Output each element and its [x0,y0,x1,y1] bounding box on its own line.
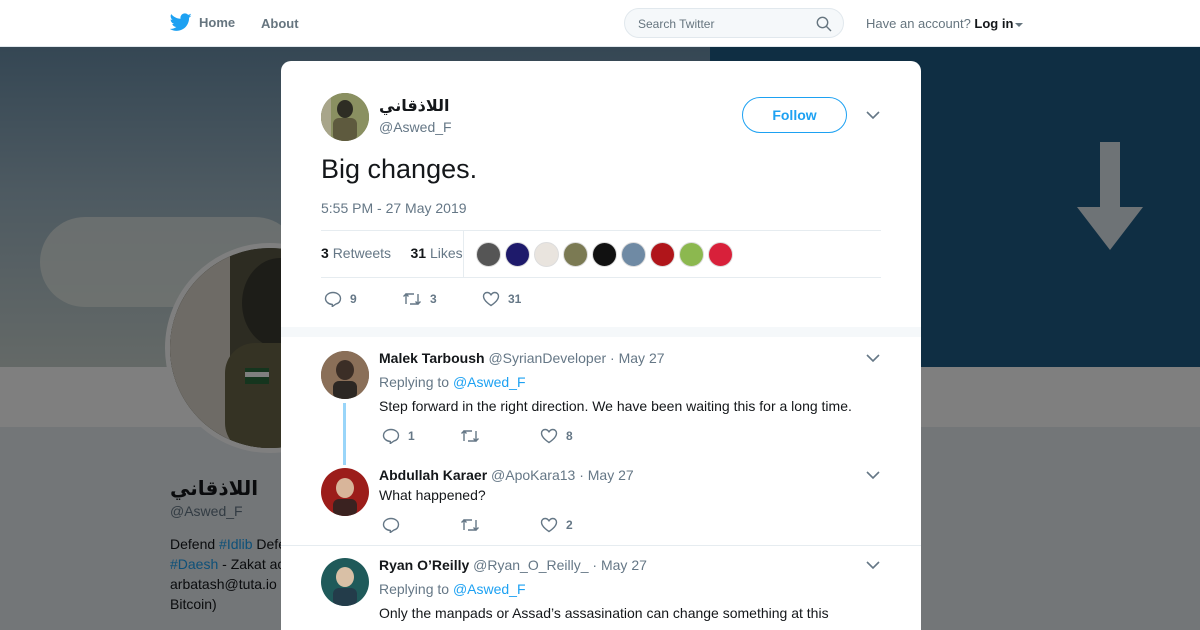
reply-avatar[interactable] [321,468,369,516]
reply-action[interactable] [382,517,460,533]
tweet-modal: اللاذقاني @Aswed_F Follow Big changes. 5… [281,61,921,630]
retweet-action[interactable] [460,517,540,533]
like-action[interactable]: 31 [482,291,521,307]
liker-avatar[interactable] [621,242,646,267]
twitter-bird-icon [170,13,192,31]
tweet-timestamp[interactable]: 5:55 PM - 27 May 2019 [321,200,467,216]
reply-avatar[interactable] [321,351,369,399]
like-action[interactable]: 2 [540,517,573,533]
retweet-icon [461,430,479,442]
reply-author-handle[interactable]: @ApoKara13 [491,467,575,483]
nav-about-link[interactable]: About [261,16,299,31]
replying-to: Replying to @Aswed_F [379,374,526,390]
likes-count[interactable]: 31 [411,245,427,261]
thread-connector [343,403,346,465]
search-icon[interactable] [816,16,832,32]
reply-text: What happened? [379,487,486,503]
chevron-down-icon[interactable] [866,560,880,570]
reply-text: Only the manpads or Assad’s assasination… [379,605,829,621]
replying-to: Replying to @Aswed_F [379,581,526,597]
divider [281,545,921,546]
follow-button[interactable]: Follow [742,97,847,133]
reply-author-handle[interactable]: @SyrianDeveloper [488,350,606,366]
search-input[interactable] [636,9,810,39]
reply-actions: 1 8 [382,428,573,444]
reply-action[interactable]: 9 [324,291,402,307]
reply-actions: 2 [382,517,573,533]
reply-date[interactable]: May 27 [619,350,665,366]
like-count: 2 [566,518,573,532]
liker-avatar[interactable] [679,242,704,267]
likes-label[interactable]: Likes [430,245,463,261]
retweet-count: 3 [430,292,437,306]
like-action[interactable]: 8 [540,428,573,444]
reply-author-name[interactable]: Ryan O’Reilly [379,557,469,573]
reply-header: Malek Tarboush @SyrianDeveloper · May 27 [379,350,665,366]
top-navigation: Home About Have an account? Log in [0,0,1200,47]
tweet-stats: 3 Retweets 31 Likes [321,245,463,261]
reply-icon [324,291,342,307]
login-link[interactable]: Log in [974,16,1013,31]
reply-date[interactable]: May 27 [601,557,647,573]
retweet-action[interactable] [460,428,540,444]
nav-home-label: Home [199,15,236,30]
account-prompt: Have an account? [866,16,971,31]
liker-avatar[interactable] [534,242,559,267]
like-count: 31 [508,292,522,306]
tweet-text: Big changes. [321,154,478,184]
section-separator [281,327,921,337]
liker-avatar[interactable] [505,242,530,267]
reply-avatar[interactable] [321,558,369,606]
retweets-label[interactable]: Retweets [333,245,391,261]
stats-divider [463,231,464,277]
reply-author-name[interactable]: Malek Tarboush [379,350,485,366]
close-icon[interactable] [1153,12,1179,38]
like-count: 8 [566,429,573,443]
search-box [624,8,844,39]
mention-link[interactable]: @Aswed_F [453,374,526,390]
reply-date[interactable]: May 27 [588,467,634,483]
reply-icon [382,517,400,533]
divider [321,277,881,278]
liker-avatars [476,242,733,267]
reply-header: Abdullah Karaer @ApoKara13 · May 27 [379,467,634,483]
reply-author-handle[interactable]: @Ryan_O_Reilly_ [473,557,588,573]
divider [321,230,881,231]
reply-text: Step forward in the right direction. We … [379,398,852,414]
retweet-action[interactable]: 3 [402,291,482,307]
reply-count: 9 [350,292,357,306]
reply-icon [382,428,400,444]
tweet-actions: 9 3 31 [324,291,521,307]
heart-icon [482,291,500,307]
author-display-name[interactable]: اللاذقاني [379,96,450,116]
chevron-down-icon[interactable] [866,110,880,120]
liker-avatar[interactable] [592,242,617,267]
chevron-down-icon[interactable] [866,470,880,480]
reply-author-name[interactable]: Abdullah Karaer [379,467,487,483]
liker-avatar[interactable] [650,242,675,267]
chevron-down-icon[interactable] [866,353,880,363]
author-handle[interactable]: @Aswed_F [379,119,452,135]
author-avatar[interactable] [321,93,369,141]
nav-home-link[interactable]: Home [170,13,235,32]
retweet-icon [461,519,479,531]
liker-avatar[interactable] [563,242,588,267]
reply-action[interactable]: 1 [382,428,460,444]
heart-icon [540,428,558,444]
liker-avatar[interactable] [708,242,733,267]
retweet-icon [403,293,421,305]
reply-header: Ryan O’Reilly @Ryan_O_Reilly_ · May 27 [379,557,647,573]
reply-count: 1 [408,429,415,443]
mention-link[interactable]: @Aswed_F [453,581,526,597]
heart-icon [540,517,558,533]
account-area: Have an account? Log in [866,16,1024,31]
caret-down-icon[interactable] [1015,22,1024,27]
retweets-count[interactable]: 3 [321,245,329,261]
liker-avatar[interactable] [476,242,501,267]
